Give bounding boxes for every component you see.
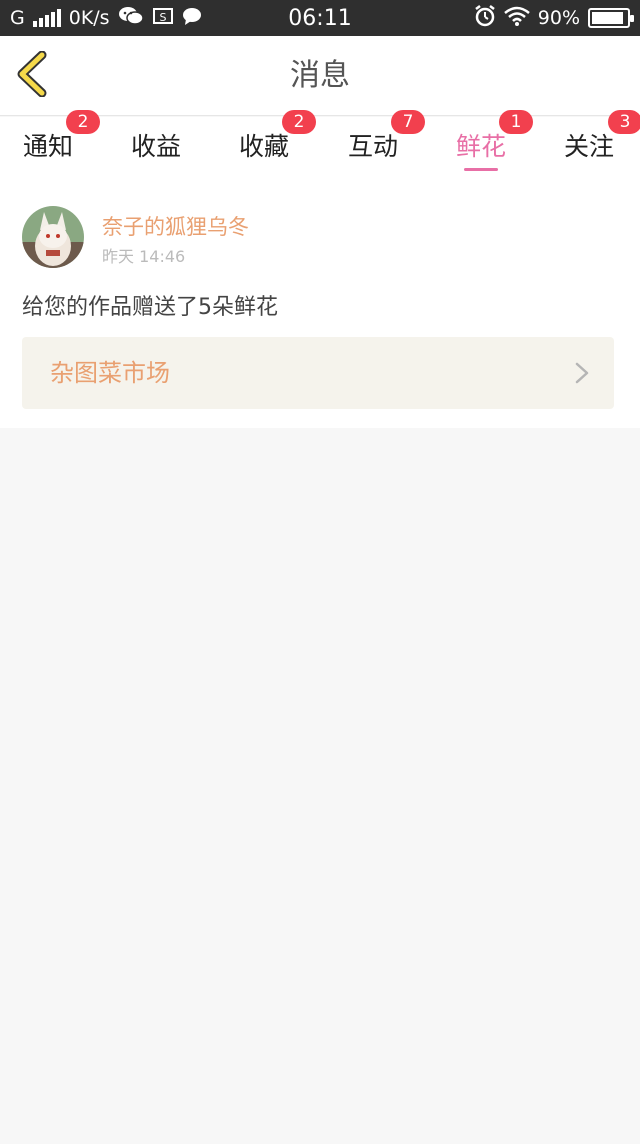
tab-earnings[interactable]: 收益 xyxy=(101,117,211,179)
artwork-link-label: 杂图菜市场 xyxy=(50,359,170,387)
message-text: 给您的作品赠送了5朵鲜花 xyxy=(22,295,278,320)
tab-favorites[interactable]: 收藏 2 xyxy=(209,110,319,179)
artwork-link[interactable]: 杂图菜市场 xyxy=(22,337,614,409)
tab-badge: 3 xyxy=(608,110,640,134)
tab-interaction[interactable]: 互动 7 xyxy=(318,110,428,179)
battery-fill xyxy=(592,12,623,24)
tab-following[interactable]: 关注 3 xyxy=(534,110,640,179)
tab-badge: 2 xyxy=(282,110,316,134)
active-tab-indicator xyxy=(464,168,498,171)
page-title: 消息 xyxy=(290,58,350,93)
clock: 06:11 xyxy=(288,5,352,31)
message-card: 奈子的狐狸乌冬 昨天 14:46 给您的作品赠送了5朵鲜花 杂图菜市场 xyxy=(0,179,640,428)
tab-badge: 2 xyxy=(66,110,100,134)
tab-label: 收益 xyxy=(130,132,181,161)
tab-badge: 7 xyxy=(391,110,425,134)
tab-bar: 通知 2 收益 收藏 2 互动 7 鲜花 1 关注 3 xyxy=(0,110,640,179)
sender-username[interactable]: 奈子的狐狸乌冬 xyxy=(102,211,249,241)
message-time: 昨天 14:46 xyxy=(102,247,186,266)
status-bar: G 0K/s S 06:11 90% xyxy=(0,0,640,36)
tab-notice[interactable]: 通知 2 xyxy=(0,110,103,179)
tab-flowers[interactable]: 鲜花 1 xyxy=(426,110,536,179)
avatar[interactable] xyxy=(22,206,84,268)
battery-icon xyxy=(588,8,634,28)
app-header: 消息 xyxy=(0,36,640,116)
tab-badge: 1 xyxy=(499,110,533,134)
chevron-right-icon xyxy=(574,361,590,385)
